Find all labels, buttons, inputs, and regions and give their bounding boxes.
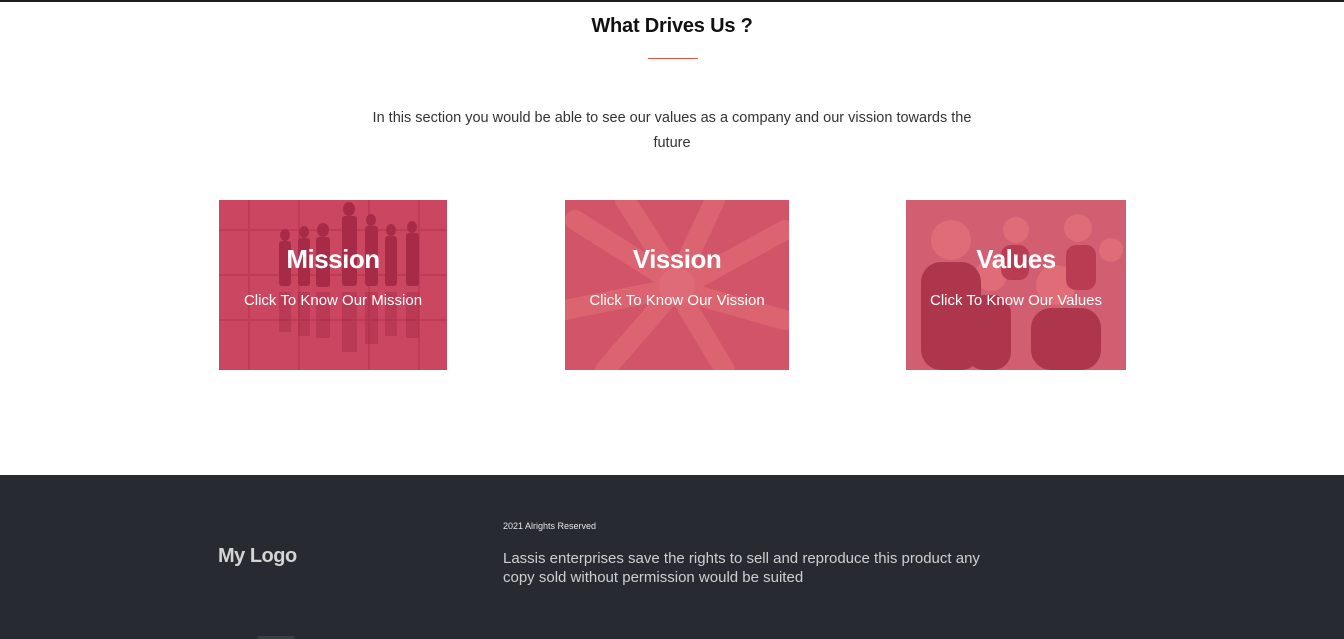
footer-copyright: 2021 Alrights Reserved — [503, 521, 597, 531]
vission-link[interactable]: Click To Know Our Vission — [565, 292, 789, 309]
vission-card[interactable]: Vission Click To Know Our Vission — [565, 200, 789, 370]
footer-description: Lassis enterprises save the rights to se… — [503, 550, 980, 586]
card-overlay — [565, 200, 789, 370]
section-title: What Drives Us ? — [591, 15, 753, 37]
mission-link[interactable]: Click To Know Our Mission — [219, 292, 447, 309]
top-divider — [0, 0, 1344, 2]
footer: My Logo 2021 Alrights Reserved Lassis en… — [0, 475, 1344, 639]
footer-logo[interactable]: My Logo — [218, 545, 297, 568]
card-overlay — [906, 200, 1126, 370]
vission-title: Vission — [632, 244, 722, 274]
mission-card[interactable]: Mission Click To Know Our Mission — [219, 200, 447, 370]
values-card[interactable]: Values Click To Know Our Values — [906, 200, 1126, 370]
card-overlay — [219, 200, 447, 370]
values-link[interactable]: Click To Know Our Values — [906, 292, 1126, 309]
values-title: Values — [976, 244, 1056, 274]
mission-title: Mission — [286, 244, 380, 274]
title-underline — [648, 58, 698, 59]
section-intro: In this section you would be able to see… — [372, 110, 972, 151]
